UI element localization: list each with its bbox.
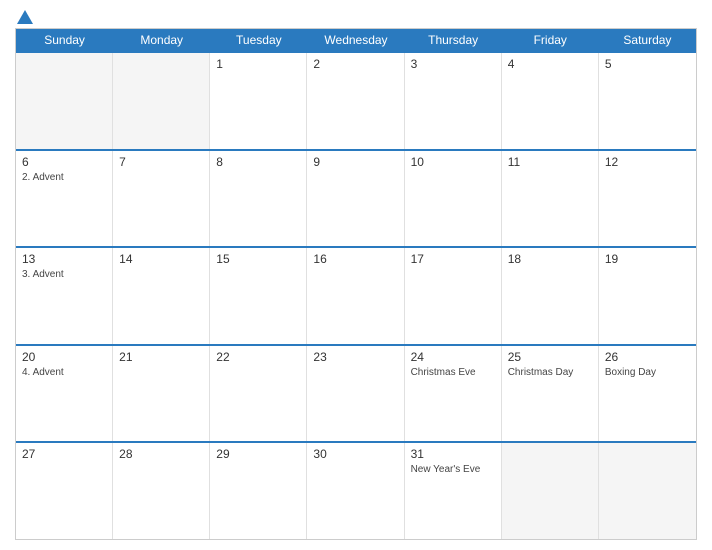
- page-header: [15, 10, 697, 22]
- day-header-sunday: Sunday: [16, 29, 113, 51]
- event-label: Boxing Day: [605, 366, 690, 379]
- calendar-cell: 30: [307, 443, 404, 539]
- calendar-cell: 31 New Year's Eve: [405, 443, 502, 539]
- day-number: 15: [216, 252, 300, 266]
- day-number: 17: [411, 252, 495, 266]
- calendar-cell: 7: [113, 151, 210, 247]
- day-number: 25: [508, 350, 592, 364]
- day-number: 11: [508, 155, 592, 169]
- day-number: 1: [216, 57, 300, 71]
- day-number: 13: [22, 252, 106, 266]
- calendar-cell: 20 4. Advent: [16, 346, 113, 442]
- calendar-cell: [16, 53, 113, 149]
- day-number: 8: [216, 155, 300, 169]
- event-label: New Year's Eve: [411, 463, 495, 476]
- day-number: 24: [411, 350, 495, 364]
- event-label: 2. Advent: [22, 171, 106, 184]
- day-number: 21: [119, 350, 203, 364]
- day-number: 23: [313, 350, 397, 364]
- calendar-cell: 6 2. Advent: [16, 151, 113, 247]
- calendar-cell: 13 3. Advent: [16, 248, 113, 344]
- calendar-cell: 17: [405, 248, 502, 344]
- day-number: 14: [119, 252, 203, 266]
- week-row-4: 20 4. Advent 21 22 23 24 Christmas Eve 25 Christ…: [16, 344, 696, 442]
- calendar-cell: 11: [502, 151, 599, 247]
- day-number: 28: [119, 447, 203, 461]
- event-label: Christmas Day: [508, 366, 592, 379]
- day-number: 27: [22, 447, 106, 461]
- calendar-cell: [113, 53, 210, 149]
- calendar-cell: 22: [210, 346, 307, 442]
- day-number: 6: [22, 155, 106, 169]
- calendar-cell: 27: [16, 443, 113, 539]
- calendar-cell: 19: [599, 248, 696, 344]
- calendar-cell: 12: [599, 151, 696, 247]
- calendar-cell: 18: [502, 248, 599, 344]
- calendar-cell: 1: [210, 53, 307, 149]
- day-number: 18: [508, 252, 592, 266]
- day-number: 7: [119, 155, 203, 169]
- day-number: 31: [411, 447, 495, 461]
- calendar-body: 1234562. Advent789101112133. Advent14151…: [16, 51, 696, 539]
- day-header-monday: Monday: [113, 29, 210, 51]
- week-row-5: 27 28 29 30 31 New Year's Eve: [16, 441, 696, 539]
- calendar-cell: 25 Christmas Day: [502, 346, 599, 442]
- day-number: 2: [313, 57, 397, 71]
- calendar-cell: 2: [307, 53, 404, 149]
- day-header-wednesday: Wednesday: [307, 29, 404, 51]
- day-number: 26: [605, 350, 690, 364]
- day-header-friday: Friday: [502, 29, 599, 51]
- day-number: 12: [605, 155, 690, 169]
- calendar-cell: 14: [113, 248, 210, 344]
- day-number: 20: [22, 350, 106, 364]
- day-number: 5: [605, 57, 690, 71]
- day-number: 3: [411, 57, 495, 71]
- week-row-3: 13 3. Advent 14 15 16 17 18 19: [16, 246, 696, 344]
- day-number: 22: [216, 350, 300, 364]
- day-number: 10: [411, 155, 495, 169]
- day-number: 4: [508, 57, 592, 71]
- calendar-cell: 3: [405, 53, 502, 149]
- calendar: SundayMondayTuesdayWednesdayThursdayFrid…: [15, 28, 697, 540]
- day-number: 9: [313, 155, 397, 169]
- calendar-cell: 15: [210, 248, 307, 344]
- calendar-cell: 24 Christmas Eve: [405, 346, 502, 442]
- calendar-cell: [599, 443, 696, 539]
- calendar-cell: 28: [113, 443, 210, 539]
- calendar-cell: 4: [502, 53, 599, 149]
- calendar-cell: 10: [405, 151, 502, 247]
- day-number: 29: [216, 447, 300, 461]
- calendar-cell: 29: [210, 443, 307, 539]
- calendar-cell: 26 Boxing Day: [599, 346, 696, 442]
- logo-triangle-icon: [17, 10, 33, 24]
- day-number: 19: [605, 252, 690, 266]
- calendar-cell: 9: [307, 151, 404, 247]
- calendar-header: SundayMondayTuesdayWednesdayThursdayFrid…: [16, 29, 696, 51]
- event-label: Christmas Eve: [411, 366, 495, 379]
- day-header-thursday: Thursday: [405, 29, 502, 51]
- calendar-cell: 23: [307, 346, 404, 442]
- calendar-cell: 21: [113, 346, 210, 442]
- day-number: 16: [313, 252, 397, 266]
- calendar-cell: 5: [599, 53, 696, 149]
- day-header-saturday: Saturday: [599, 29, 696, 51]
- event-label: 3. Advent: [22, 268, 106, 281]
- week-row-2: 6 2. Advent 789 10 11 12: [16, 149, 696, 247]
- day-number: 30: [313, 447, 397, 461]
- calendar-page: SundayMondayTuesdayWednesdayThursdayFrid…: [0, 0, 712, 550]
- week-row-1: 12345: [16, 51, 696, 149]
- calendar-cell: 16: [307, 248, 404, 344]
- logo: [15, 10, 33, 22]
- calendar-cell: 8: [210, 151, 307, 247]
- day-header-tuesday: Tuesday: [210, 29, 307, 51]
- event-label: 4. Advent: [22, 366, 106, 379]
- calendar-cell: [502, 443, 599, 539]
